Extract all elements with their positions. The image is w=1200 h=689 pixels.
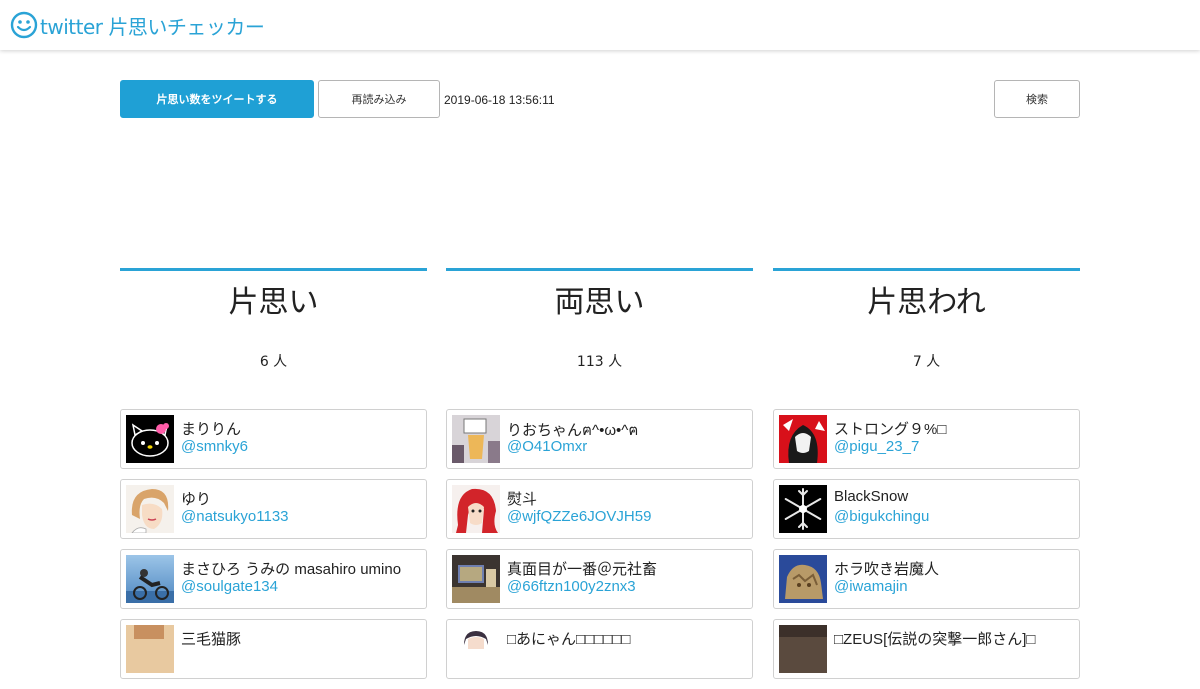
user-card[interactable]: まりりん @smnky6	[120, 409, 427, 469]
user-handle-link[interactable]: @iwamajin	[834, 578, 908, 595]
user-card[interactable]: □あにゃん□□□□□□	[446, 619, 753, 679]
user-card[interactable]: 熨斗 @wjfQZZe6JOVJH59	[446, 479, 753, 539]
user-display-name: 真面目が一番＠元社畜	[507, 561, 658, 578]
red-art-avatar	[779, 415, 827, 463]
cyclist-photo-avatar	[126, 555, 174, 603]
photo-avatar	[126, 625, 174, 673]
user-handle-link[interactable]: @soulgate134	[181, 578, 278, 595]
user-handle-link[interactable]: @pigu_23_7	[834, 438, 919, 455]
drink-photo-avatar	[452, 415, 500, 463]
user-list: ストロング９%□ @pigu_23_7 BlackSnow @bigukchin…	[773, 409, 1080, 679]
user-handle-link[interactable]: @66ftzn100y2znx3	[507, 578, 636, 595]
user-handle-link[interactable]: @smnky6	[181, 438, 248, 455]
user-display-name: まさひろ うみの masahiro umino	[181, 561, 402, 578]
column-title: 片思い	[228, 285, 319, 320]
user-display-name: ホラ吹き岩魔人	[834, 561, 940, 578]
column-count: 7 人	[912, 354, 941, 370]
column-count: 6 人	[259, 354, 288, 370]
column-mutual: 両思い 113 人 りおちゃんฅ^•ω•^ฅ @O41Omxr 熨斗 @wjfQ…	[446, 268, 753, 689]
hello-kitty-avatar	[126, 415, 174, 463]
tweet-count-button[interactable]: 片思い数をツイートする	[120, 80, 314, 118]
smiley-icon	[10, 11, 38, 39]
column-one-sided: 片思い 6 人 まりりん @smnky6 ゆり @natsukyo1133 まさ…	[120, 268, 427, 689]
search-button[interactable]: 検索	[994, 80, 1080, 118]
top-navbar: twitter 片思いチェッカー	[0, 0, 1200, 50]
user-display-name: まりりん	[181, 421, 242, 438]
user-handle-link[interactable]: @O41Omxr	[507, 438, 587, 455]
app-title: twitter 片思いチェッカー	[40, 14, 265, 39]
column-title: 両思い	[554, 285, 645, 320]
drawn-face-avatar	[126, 485, 174, 533]
user-card[interactable]: ホラ吹き岩魔人 @iwamajin	[773, 549, 1080, 609]
photo-avatar	[779, 625, 827, 673]
user-display-name: ストロング９%□	[834, 421, 947, 438]
user-card[interactable]: ストロング９%□ @pigu_23_7	[773, 409, 1080, 469]
anime-avatar	[452, 625, 500, 673]
column-divider	[773, 268, 1080, 271]
user-card[interactable]: BlackSnow @bigukchingu	[773, 479, 1080, 539]
last-updated-timestamp: 2019-06-18 13:56:11	[444, 93, 555, 107]
column-count: 113 人	[576, 354, 623, 370]
column-one-sided-by-others: 片思われ 7 人 ストロング９%□ @pigu_23_7 BlackSnow @…	[773, 268, 1080, 689]
user-card[interactable]: まさひろ うみの masahiro umino @soulgate134	[120, 549, 427, 609]
user-display-name: BlackSnow	[834, 488, 909, 505]
user-card[interactable]: 真面目が一番＠元社畜 @66ftzn100y2znx3	[446, 549, 753, 609]
column-title: 片思われ	[867, 285, 986, 320]
user-card[interactable]: 三毛猫豚	[120, 619, 427, 679]
user-card[interactable]: □ZEUS[伝説の突撃一郎さん]□	[773, 619, 1080, 679]
user-display-name: □ZEUS[伝説の突撃一郎さん]□	[834, 631, 1036, 648]
user-list: りおちゃんฅ^•ω•^ฅ @O41Omxr 熨斗 @wjfQZZe6JOVJH5…	[446, 409, 753, 679]
user-display-name: ゆり	[181, 491, 212, 508]
snowflake-avatar	[779, 485, 827, 533]
user-handle-link[interactable]: @bigukchingu	[834, 508, 929, 525]
column-divider	[120, 268, 427, 271]
user-card[interactable]: ゆり @natsukyo1133	[120, 479, 427, 539]
user-list: まりりん @smnky6 ゆり @natsukyo1133 まさひろ うみの m…	[120, 409, 427, 679]
column-divider	[446, 268, 753, 271]
red-hair-anime-avatar	[452, 485, 500, 533]
user-display-name: 熨斗	[507, 491, 538, 508]
brand-logo-link[interactable]: twitter 片思いチェッカー	[10, 11, 265, 40]
user-card[interactable]: りおちゃんฅ^•ω•^ฅ @O41Omxr	[446, 409, 753, 469]
user-display-name: □あにゃん□□□□□□	[507, 631, 631, 648]
user-handle-link[interactable]: @natsukyo1133	[181, 508, 289, 525]
toolbar: 片思い数をツイートする 再読み込み 2019-06-18 13:56:11 検索	[120, 80, 1080, 118]
user-display-name: 三毛猫豚	[181, 631, 242, 648]
user-handle-link[interactable]: @wjfQZZe6JOVJH59	[507, 508, 651, 525]
desk-photo-avatar	[452, 555, 500, 603]
rock-golem-avatar	[779, 555, 827, 603]
reload-button[interactable]: 再読み込み	[318, 80, 440, 118]
